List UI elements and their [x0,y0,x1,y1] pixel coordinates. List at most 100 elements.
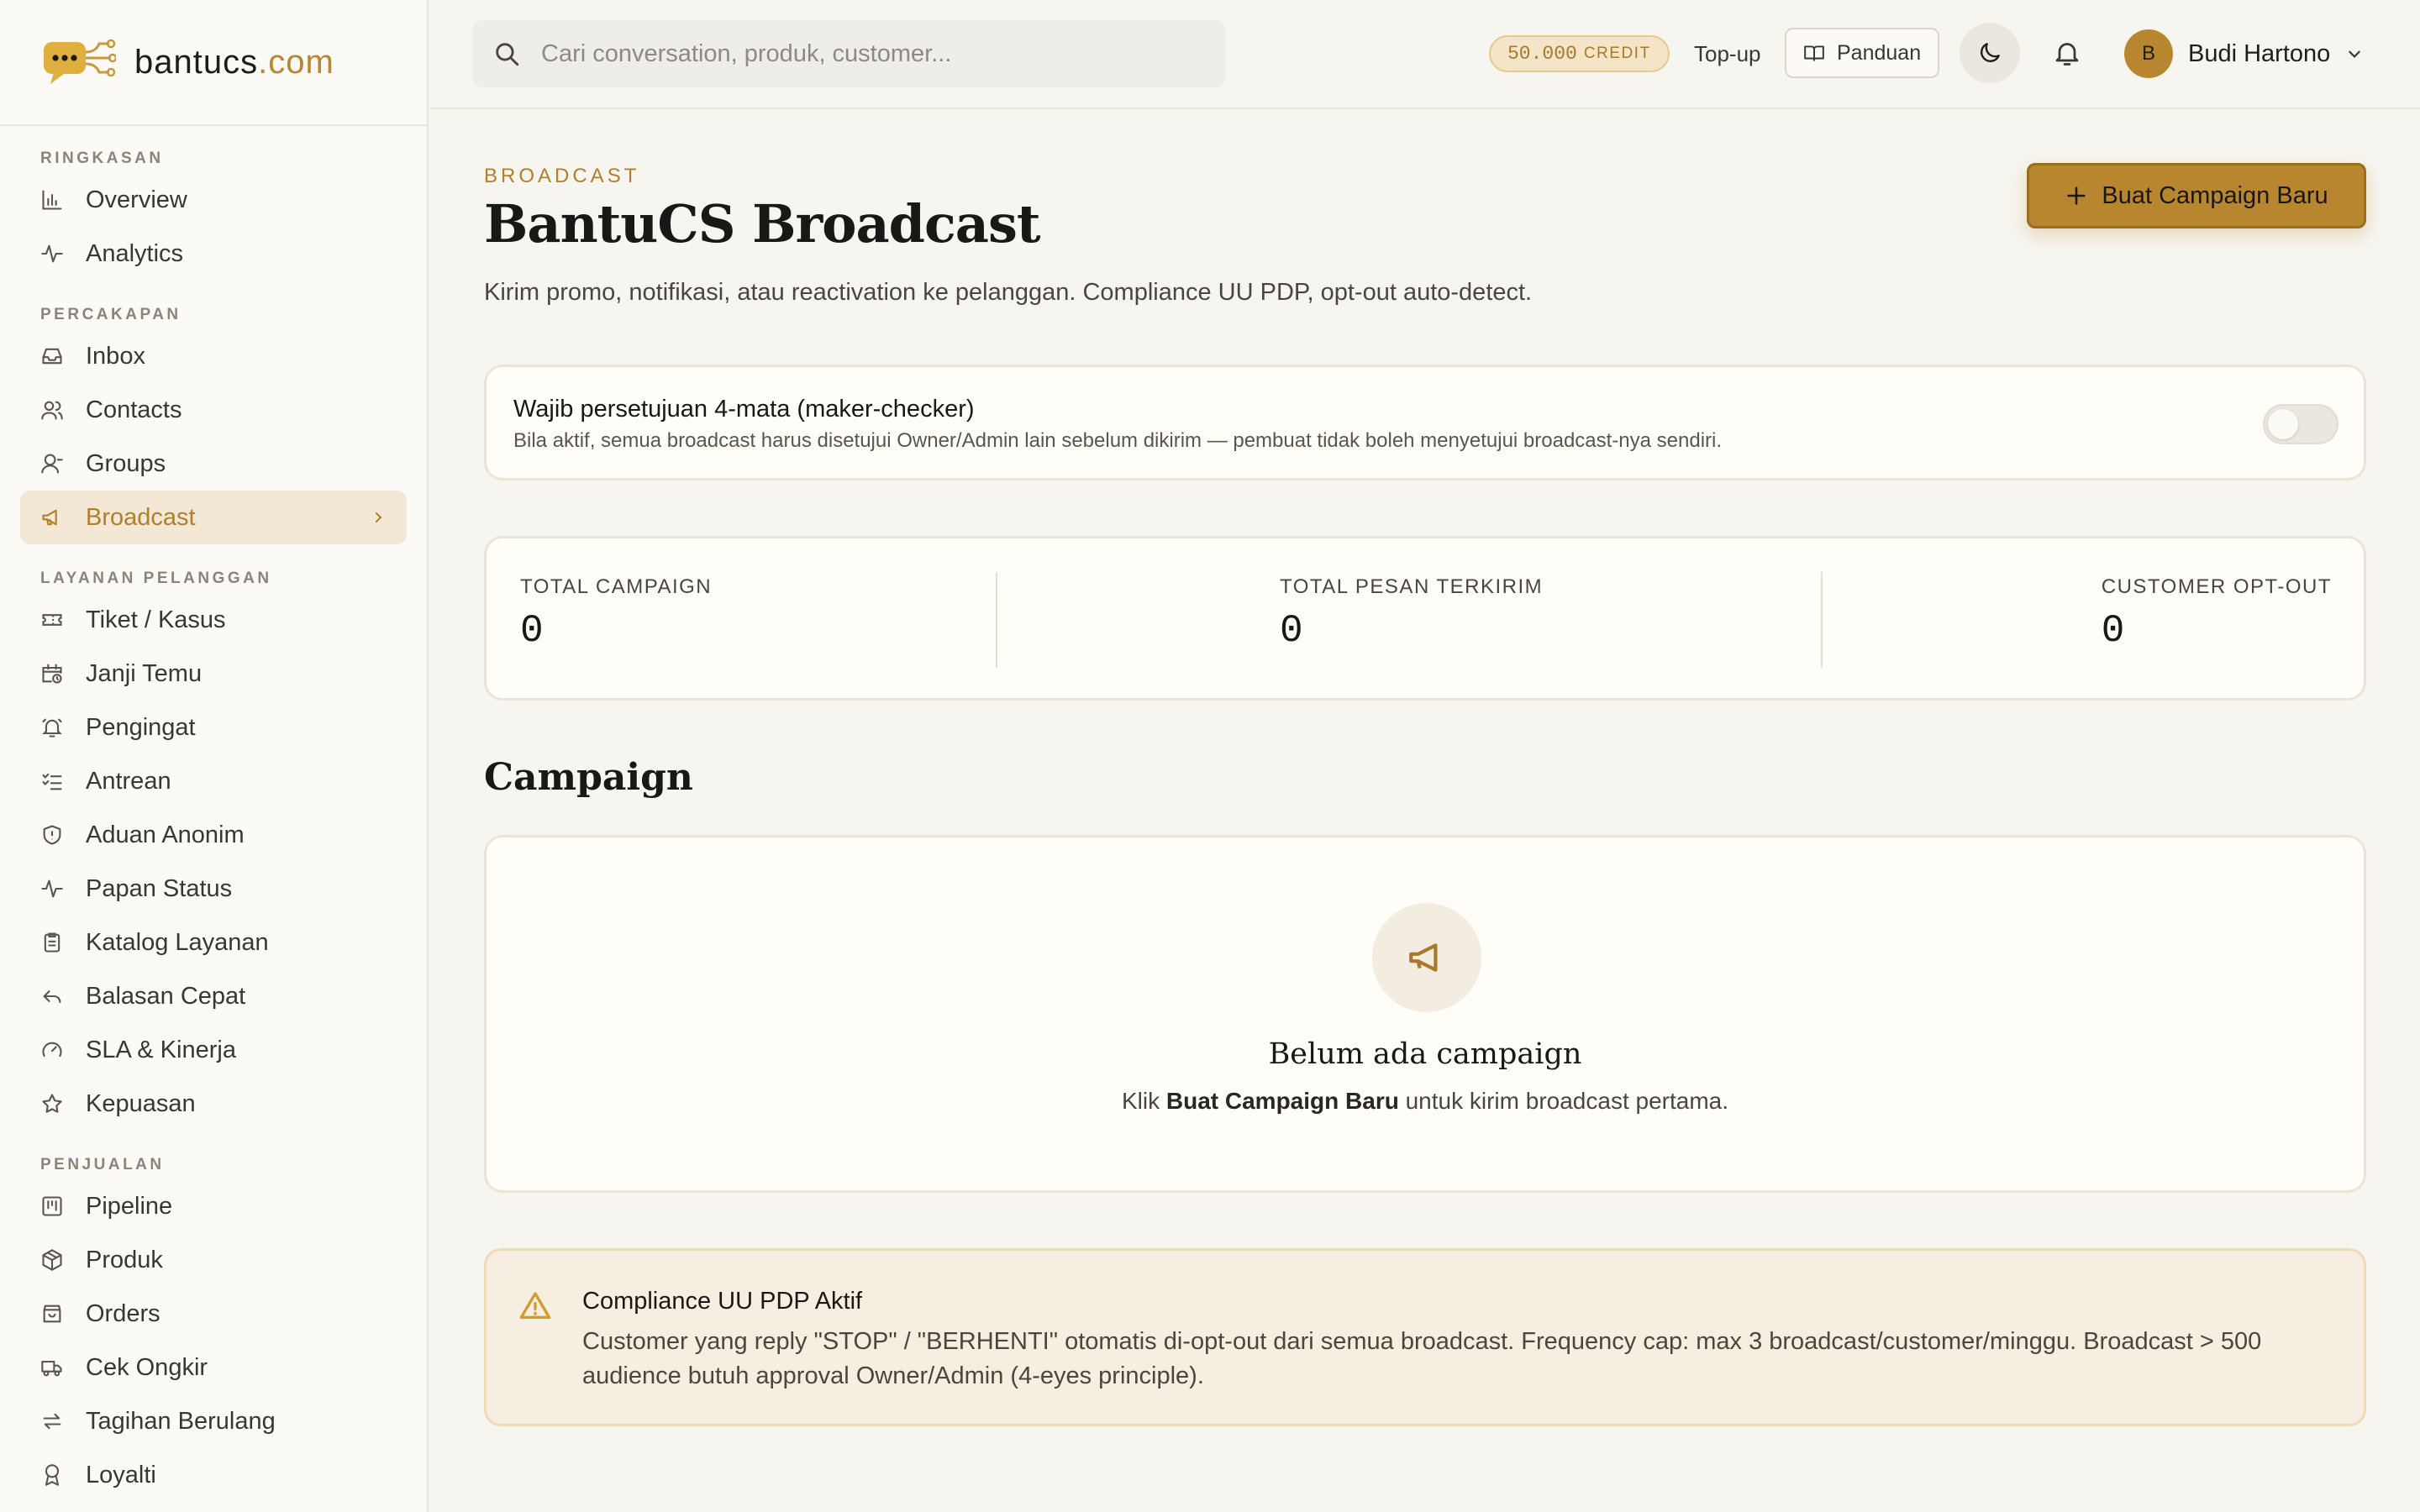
credit-amount: 50.000 [1507,43,1577,65]
sidebar-item-label: Inbox [86,342,145,370]
sidebar-item-label: Balasan Cepat [86,982,246,1010]
sidebar-item-katalog-layanan[interactable]: Katalog Layanan [20,916,407,969]
empty-state-text: Klik Buat Campaign Baru untuk kirim broa… [1121,1088,1728,1114]
sidebar-item-label: Kepuasan [86,1089,196,1117]
sidebar-item-groups[interactable]: Groups [20,437,407,491]
panduan-button[interactable]: Panduan [1785,28,1940,78]
stat-divider [1821,572,1823,668]
search-box[interactable] [472,20,1225,87]
kanban-icon [42,1196,62,1216]
stat-customer-opt-out: CUSTOMER OPT-OUT 0 [2102,575,2332,653]
sidebar-item-balasan-cepat[interactable]: Balasan Cepat [20,969,407,1023]
stat-divider [996,572,997,668]
shield-icon [43,825,61,845]
sidebar-item-label: Orders [86,1299,160,1327]
sidebar-item-loyalti[interactable]: Loyalti [20,1448,407,1502]
gauge-icon [42,1042,62,1058]
sidebar-nav: RINGKASAN Overview Analytics PERCAKAPAN … [0,126,427,1502]
approval-setting-card: Wajib persetujuan 4-mata (maker-checker)… [484,365,2366,480]
sidebar-item-analytics[interactable]: Analytics [20,227,407,281]
search-input[interactable] [541,39,1180,68]
sidebar-item-label: Contacts [86,396,182,423]
sidebar-item-label: Papan Status [86,874,233,902]
list-checks-icon [42,773,62,790]
sidebar-item-papan-status[interactable]: Papan Status [20,862,407,916]
stat-label: TOTAL CAMPAIGN [520,575,713,598]
topup-link[interactable]: Top-up [1694,37,1761,71]
chevron-down-icon [2349,50,2361,58]
campaign-section-title: Campaign [484,756,693,799]
repeat-icon [43,1413,61,1430]
pulse-icon [41,879,63,898]
create-campaign-button[interactable]: Buat Campaign Baru [2027,163,2366,228]
approval-toggle[interactable] [2263,404,2338,444]
bar-chart-icon [42,190,62,210]
search-icon [496,43,519,66]
stat-label: TOTAL PESAN TERKIRIM [1280,575,1544,598]
page-subtitle: Kirim promo, notifikasi, atau reactivati… [484,279,1533,306]
sidebar-item-label: Tiket / Kasus [86,606,226,633]
sidebar-item-orders[interactable]: Orders [20,1287,407,1341]
stat-total-pesan-terkirim: TOTAL PESAN TERKIRIM 0 [1280,575,1543,653]
stat-value: 0 [1280,609,1303,653]
sidebar-item-antrean[interactable]: Antrean [20,754,407,808]
sidebar-item-pengingat[interactable]: Pengingat [20,701,407,754]
sidebar-item-tiket-kasus[interactable]: Tiket / Kasus [20,593,407,647]
notice-title: Compliance UU PDP Aktif [582,1288,863,1315]
sidebar-item-label: Loyalti [86,1461,156,1488]
award-icon [45,1464,60,1486]
package-icon [42,1249,62,1271]
star-icon [42,1094,62,1113]
sidebar-item-sla-kinerja[interactable]: SLA & Kinerja [20,1023,407,1077]
sidebar-item-janji-temu[interactable]: Janji Temu [20,647,407,701]
chevron-right-icon [376,512,382,522]
sidebar-item-label: Overview [86,186,187,213]
sidebar-item-cek-ongkir[interactable]: Cek Ongkir [20,1341,407,1394]
truck-icon [41,1360,62,1377]
sidebar-item-label: Groups [86,449,166,477]
brand[interactable]: bantucs.com [0,0,427,126]
sidebar-item-aduan-anonim[interactable]: Aduan Anonim [20,808,407,862]
inbox-icon [42,348,62,365]
sidebar-item-label: Katalog Layanan [86,928,269,956]
sidebar-item-label: Cek Ongkir [86,1353,208,1381]
page-eyebrow: BROADCAST [484,165,640,187]
megaphone-icon [42,509,57,526]
sidebar-item-overview[interactable]: Overview [20,173,407,227]
bell-icon[interactable] [2052,37,2082,69]
moon-icon [1981,43,2000,62]
nav-section-ringkasan: RINGKASAN [40,150,164,167]
stat-label: CUSTOMER OPT-OUT [2101,575,2332,598]
sidebar-item-label: Aduan Anonim [86,821,245,848]
theme-toggle-button[interactable] [1960,23,2020,83]
megaphone-icon [1409,943,1438,972]
sidebar-item-broadcast[interactable]: Broadcast [20,491,407,544]
compliance-notice: Compliance UU PDP Aktif Customer yang re… [484,1248,2366,1426]
sidebar-item-produk[interactable]: Produk [20,1233,407,1287]
sidebar-item-kepuasan[interactable]: Kepuasan [20,1077,407,1131]
sidebar-item-label: SLA & Kinerja [86,1036,236,1063]
avatar: B [2124,29,2173,78]
user-menu[interactable]: B Budi Hartono [2124,29,2362,79]
toggle-knob [2268,409,2298,439]
sidebar-item-label: Pengingat [86,713,196,741]
user-name: Budi Hartono [2188,39,2331,67]
sidebar-item-label: Analytics [86,239,184,267]
users-icon [41,401,63,420]
bell-ring-icon [42,718,62,738]
stat-total-campaign: TOTAL CAMPAIGN 0 [520,575,712,653]
sidebar-item-label: Pipeline [86,1192,173,1220]
shopping-bag-icon [43,1305,61,1323]
sidebar-item-pipeline[interactable]: Pipeline [20,1179,407,1233]
sidebar-item-tagihan-berulang[interactable]: Tagihan Berulang [20,1394,407,1448]
stats-card: TOTAL CAMPAIGN 0 TOTAL PESAN TERKIRIM 0 … [484,536,2366,701]
warning-icon [519,1292,551,1319]
sidebar-item-contacts[interactable]: Contacts [20,383,407,437]
credit-label: CREDIT [1583,45,1651,62]
topbar: 50.000 CREDIT Top-up Panduan B Budi Hart… [430,0,2420,109]
user-group-icon [41,454,63,474]
activity-icon [41,244,63,263]
sidebar-item-inbox[interactable]: Inbox [20,329,407,383]
sidebar: bantucs.com RINGKASAN Overview Analytics… [0,0,429,1512]
nav-section-percakapan: PERCAKAPAN [40,306,182,323]
